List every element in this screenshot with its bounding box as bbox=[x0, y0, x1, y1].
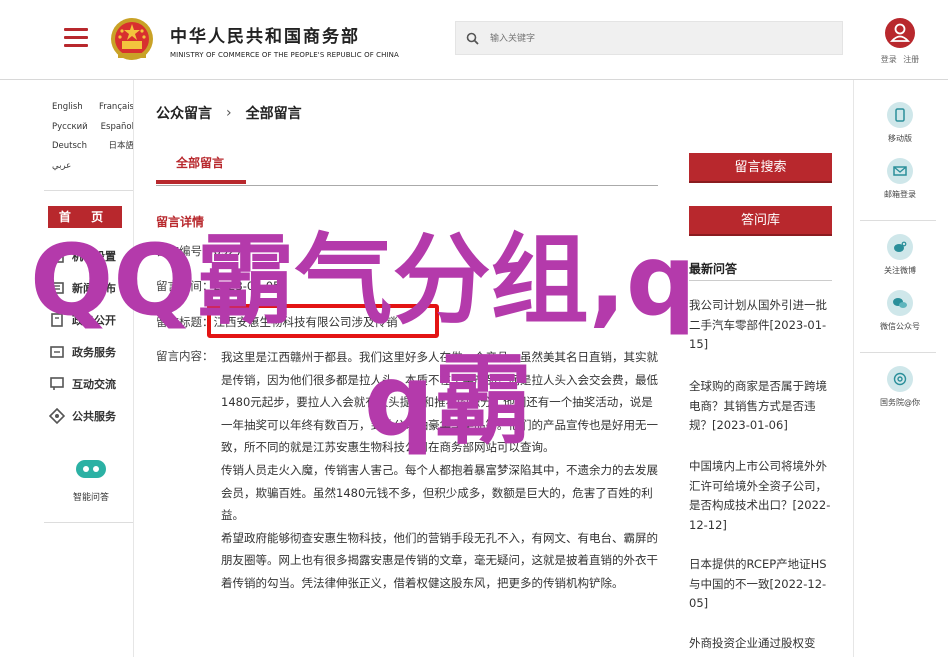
public-icon bbox=[48, 407, 66, 425]
news-icon bbox=[48, 279, 66, 297]
content-label: 留言内容： bbox=[156, 349, 214, 363]
message-code: 留言编号：6927 bbox=[156, 244, 243, 258]
breadcrumb-current[interactable]: 全部留言 bbox=[246, 103, 302, 123]
tab-all-messages[interactable]: 全部留言 bbox=[156, 150, 246, 184]
divider bbox=[44, 190, 133, 191]
tab-bar: 全部留言 bbox=[156, 150, 658, 186]
lang-japanese[interactable]: 日本語 bbox=[108, 137, 134, 157]
nav-item-public[interactable]: 公共服务 bbox=[48, 400, 134, 432]
national-emblem-icon bbox=[111, 18, 153, 60]
news-item[interactable]: 中国境内上市公司将境外外汇许可给境外全资子公司，是否构成技术出口？[2022-1… bbox=[689, 457, 832, 535]
content-paragraph: 我这里是江西赣州于都县。我们这里好多人在做一个产品，虽然美其名日直销，其实就是传… bbox=[221, 350, 658, 455]
wechat-icon bbox=[887, 290, 913, 316]
news-item[interactable]: 日本提供的RCEP产地证HS与中国的不一致[2022-12-05] bbox=[689, 555, 832, 614]
search-input[interactable] bbox=[490, 30, 820, 48]
mail-icon bbox=[887, 158, 913, 184]
search-bar[interactable] bbox=[455, 21, 843, 55]
message-content: 我这里是江西赣州于都县。我们这里好多人在做一个产品，虽然美其名日直销，其实就是传… bbox=[221, 346, 659, 595]
detail-heading: 留言详情 bbox=[156, 215, 205, 229]
nav-item-chat[interactable]: 互动交流 bbox=[48, 368, 134, 400]
nav-item-news[interactable]: 新闻发布 bbox=[48, 272, 134, 304]
mobile-icon bbox=[887, 102, 913, 128]
user-area: 登录 注册 bbox=[872, 18, 928, 68]
home-button[interactable]: 首 页 bbox=[48, 206, 122, 228]
ministry-title-en: MINISTRY OF COMMERCE OF THE PEOPLE'S REP… bbox=[170, 51, 399, 59]
nav-label: 互动交流 bbox=[72, 378, 116, 391]
faq-button[interactable]: 答问库 bbox=[689, 206, 832, 236]
divider bbox=[44, 522, 133, 523]
lang-french[interactable]: Français bbox=[99, 98, 134, 118]
lang-spanish[interactable]: Español bbox=[101, 118, 134, 138]
news-item[interactable]: 我公司计划从国外引进一批二手汽车零部件[2023-01-15] bbox=[689, 296, 832, 355]
menu-icon[interactable] bbox=[64, 28, 88, 48]
side-state-council[interactable]: 国务院@你 bbox=[856, 366, 944, 408]
org-icon bbox=[48, 247, 66, 265]
breadcrumb: 公众留言 › 全部留言 bbox=[156, 103, 302, 123]
lang-german[interactable]: Deutsch bbox=[52, 137, 87, 157]
divider bbox=[133, 80, 134, 657]
weibo-icon bbox=[887, 234, 913, 260]
breadcrumb-root[interactable]: 公众留言 bbox=[156, 103, 212, 123]
message-time: 留言时间：2023-01-05 bbox=[156, 279, 281, 293]
page: 中华人民共和国商务部 MINISTRY OF COMMERCE OF THE P… bbox=[0, 0, 948, 657]
nav-label: 政务服务 bbox=[72, 346, 116, 359]
user-icon[interactable] bbox=[885, 18, 915, 48]
nav-label: 公共服务 bbox=[72, 410, 116, 423]
news-item[interactable]: 全球购的商家是否属于跨境电商？其销售方式是否违规？[2023-01-06] bbox=[689, 377, 832, 436]
smart-qa-label: 智能问答 bbox=[72, 493, 109, 503]
side-weibo[interactable]: 关注微博 bbox=[856, 234, 944, 276]
left-sidebar: English Français Русский Español Deutsch 日本… bbox=[44, 80, 134, 657]
side-wechat[interactable]: 微信公众号 bbox=[856, 290, 944, 332]
side-mobile[interactable]: 移动版 bbox=[856, 102, 944, 144]
message-search-button[interactable]: 留言搜索 bbox=[689, 153, 832, 183]
smart-qa[interactable]: 智能问答 bbox=[66, 458, 116, 503]
at-icon bbox=[887, 366, 913, 392]
site-header: 中华人民共和国商务部 MINISTRY OF COMMERCE OF THE P… bbox=[0, 0, 948, 80]
login-link[interactable]: 登录 bbox=[881, 55, 897, 64]
side-mail[interactable]: 邮箱登录 bbox=[856, 158, 944, 200]
nav-item-service[interactable]: 政务服务 bbox=[48, 336, 134, 368]
ministry-title-cn: 中华人民共和国商务部 bbox=[170, 27, 360, 47]
robot-icon bbox=[76, 460, 106, 478]
news-item[interactable]: 外商投资企业通过股权变 bbox=[689, 634, 832, 654]
divider bbox=[860, 352, 936, 353]
lang-arabic[interactable]: عربي bbox=[52, 157, 71, 177]
divider bbox=[689, 280, 832, 281]
nav-label: 政务公开 bbox=[72, 314, 116, 327]
nav-item-org[interactable]: 机构设置 bbox=[48, 240, 134, 272]
language-switcher: English Français Русский Español Deutsch 日本… bbox=[52, 98, 134, 176]
divider bbox=[860, 220, 936, 221]
chevron-right-icon: › bbox=[226, 105, 232, 121]
lang-russian[interactable]: Русский bbox=[52, 118, 88, 138]
main-nav: 机构设置 新闻发布 政务公开 政务服务 互动交流 公共服务 bbox=[48, 240, 134, 432]
content-paragraph: 希望政府能够彻查安惠生物科技，他们的营销手段无孔不入，有网文、有电台、霸屏的朋友… bbox=[221, 530, 658, 590]
nav-label: 新闻发布 bbox=[72, 282, 116, 295]
divider bbox=[853, 80, 854, 657]
search-icon[interactable] bbox=[466, 32, 479, 45]
latest-qa-title: 最新问答 bbox=[689, 262, 738, 276]
chat-icon bbox=[48, 375, 66, 393]
content-paragraph: 传销人员走火入魔，传销害人害己。每个人都抱着暴富梦深陷其中，不遗余力的去发展会员… bbox=[221, 462, 658, 523]
highlight-box bbox=[207, 304, 439, 338]
nav-item-open[interactable]: 政务公开 bbox=[48, 304, 134, 336]
service-icon bbox=[48, 343, 66, 361]
nav-label: 机构设置 bbox=[72, 250, 116, 263]
lang-english[interactable]: English bbox=[52, 98, 83, 118]
register-link[interactable]: 注册 bbox=[903, 55, 919, 64]
open-icon bbox=[48, 311, 66, 329]
